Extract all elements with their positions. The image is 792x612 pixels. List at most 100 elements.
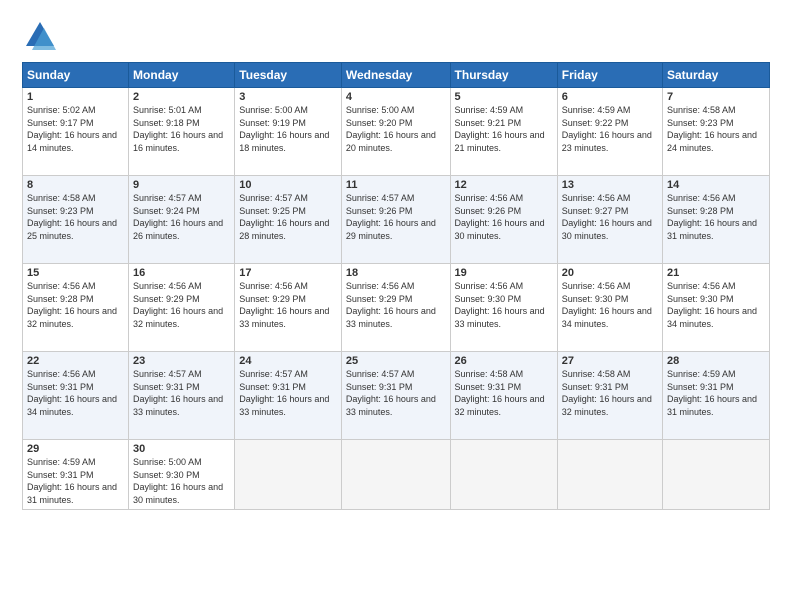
day-number: 13	[562, 179, 658, 191]
calendar-cell: 23 Sunrise: 4:57 AMSunset: 9:31 PMDaylig…	[129, 352, 235, 440]
calendar-cell: 21 Sunrise: 4:56 AMSunset: 9:30 PMDaylig…	[663, 264, 770, 352]
day-number: 8	[27, 179, 124, 191]
day-number: 4	[346, 91, 446, 103]
day-info: Sunrise: 4:57 AMSunset: 9:24 PMDaylight:…	[133, 193, 223, 241]
day-info: Sunrise: 4:57 AMSunset: 9:31 PMDaylight:…	[133, 369, 223, 417]
day-number: 11	[346, 179, 446, 191]
day-info: Sunrise: 4:56 AMSunset: 9:28 PMDaylight:…	[667, 193, 757, 241]
calendar-cell: 26 Sunrise: 4:58 AMSunset: 9:31 PMDaylig…	[450, 352, 557, 440]
calendar-cell: 16 Sunrise: 4:56 AMSunset: 9:29 PMDaylig…	[129, 264, 235, 352]
day-info: Sunrise: 4:59 AMSunset: 9:21 PMDaylight:…	[455, 105, 545, 153]
day-info: Sunrise: 5:02 AMSunset: 9:17 PMDaylight:…	[27, 105, 117, 153]
calendar-cell	[663, 440, 770, 510]
calendar-cell: 25 Sunrise: 4:57 AMSunset: 9:31 PMDaylig…	[341, 352, 450, 440]
day-number: 28	[667, 355, 765, 367]
day-info: Sunrise: 4:59 AMSunset: 9:31 PMDaylight:…	[27, 457, 117, 505]
calendar-cell: 14 Sunrise: 4:56 AMSunset: 9:28 PMDaylig…	[663, 176, 770, 264]
page: SundayMondayTuesdayWednesdayThursdayFrid…	[0, 0, 792, 612]
day-number: 1	[27, 91, 124, 103]
calendar-week-row: 8 Sunrise: 4:58 AMSunset: 9:23 PMDayligh…	[23, 176, 770, 264]
day-info: Sunrise: 4:58 AMSunset: 9:31 PMDaylight:…	[562, 369, 652, 417]
day-number: 16	[133, 267, 230, 279]
calendar-cell: 4 Sunrise: 5:00 AMSunset: 9:20 PMDayligh…	[341, 88, 450, 176]
calendar-cell: 10 Sunrise: 4:57 AMSunset: 9:25 PMDaylig…	[235, 176, 342, 264]
day-number: 18	[346, 267, 446, 279]
day-info: Sunrise: 5:00 AMSunset: 9:20 PMDaylight:…	[346, 105, 436, 153]
day-info: Sunrise: 4:56 AMSunset: 9:26 PMDaylight:…	[455, 193, 545, 241]
calendar-cell: 13 Sunrise: 4:56 AMSunset: 9:27 PMDaylig…	[557, 176, 662, 264]
calendar-cell: 11 Sunrise: 4:57 AMSunset: 9:26 PMDaylig…	[341, 176, 450, 264]
day-number: 27	[562, 355, 658, 367]
day-number: 21	[667, 267, 765, 279]
day-info: Sunrise: 4:57 AMSunset: 9:25 PMDaylight:…	[239, 193, 329, 241]
calendar-cell: 24 Sunrise: 4:57 AMSunset: 9:31 PMDaylig…	[235, 352, 342, 440]
day-number: 19	[455, 267, 553, 279]
calendar-cell: 28 Sunrise: 4:59 AMSunset: 9:31 PMDaylig…	[663, 352, 770, 440]
day-info: Sunrise: 4:56 AMSunset: 9:29 PMDaylight:…	[346, 281, 436, 329]
calendar-day-header: Sunday	[23, 63, 129, 88]
day-number: 12	[455, 179, 553, 191]
day-info: Sunrise: 4:57 AMSunset: 9:31 PMDaylight:…	[346, 369, 436, 417]
calendar-cell: 2 Sunrise: 5:01 AMSunset: 9:18 PMDayligh…	[129, 88, 235, 176]
day-info: Sunrise: 5:00 AMSunset: 9:30 PMDaylight:…	[133, 457, 223, 505]
calendar-cell: 27 Sunrise: 4:58 AMSunset: 9:31 PMDaylig…	[557, 352, 662, 440]
day-number: 23	[133, 355, 230, 367]
calendar-cell: 15 Sunrise: 4:56 AMSunset: 9:28 PMDaylig…	[23, 264, 129, 352]
calendar-cell: 19 Sunrise: 4:56 AMSunset: 9:30 PMDaylig…	[450, 264, 557, 352]
day-number: 10	[239, 179, 337, 191]
day-number: 9	[133, 179, 230, 191]
day-info: Sunrise: 4:58 AMSunset: 9:23 PMDaylight:…	[667, 105, 757, 153]
day-info: Sunrise: 5:01 AMSunset: 9:18 PMDaylight:…	[133, 105, 223, 153]
day-number: 25	[346, 355, 446, 367]
calendar-cell: 20 Sunrise: 4:56 AMSunset: 9:30 PMDaylig…	[557, 264, 662, 352]
day-number: 6	[562, 91, 658, 103]
calendar-week-row: 22 Sunrise: 4:56 AMSunset: 9:31 PMDaylig…	[23, 352, 770, 440]
calendar-cell: 9 Sunrise: 4:57 AMSunset: 9:24 PMDayligh…	[129, 176, 235, 264]
calendar-cell	[341, 440, 450, 510]
logo-icon	[22, 18, 58, 54]
day-info: Sunrise: 4:56 AMSunset: 9:27 PMDaylight:…	[562, 193, 652, 241]
calendar-day-header: Friday	[557, 63, 662, 88]
calendar-cell: 7 Sunrise: 4:58 AMSunset: 9:23 PMDayligh…	[663, 88, 770, 176]
calendar-cell: 1 Sunrise: 5:02 AMSunset: 9:17 PMDayligh…	[23, 88, 129, 176]
calendar: SundayMondayTuesdayWednesdayThursdayFrid…	[22, 62, 770, 510]
day-info: Sunrise: 4:56 AMSunset: 9:29 PMDaylight:…	[239, 281, 329, 329]
day-number: 30	[133, 443, 230, 455]
day-number: 22	[27, 355, 124, 367]
calendar-cell: 18 Sunrise: 4:56 AMSunset: 9:29 PMDaylig…	[341, 264, 450, 352]
day-number: 17	[239, 267, 337, 279]
day-number: 29	[27, 443, 124, 455]
calendar-week-row: 15 Sunrise: 4:56 AMSunset: 9:28 PMDaylig…	[23, 264, 770, 352]
calendar-cell	[557, 440, 662, 510]
calendar-cell: 30 Sunrise: 5:00 AMSunset: 9:30 PMDaylig…	[129, 440, 235, 510]
day-number: 3	[239, 91, 337, 103]
day-info: Sunrise: 4:56 AMSunset: 9:30 PMDaylight:…	[667, 281, 757, 329]
day-info: Sunrise: 4:56 AMSunset: 9:30 PMDaylight:…	[455, 281, 545, 329]
day-info: Sunrise: 5:00 AMSunset: 9:19 PMDaylight:…	[239, 105, 329, 153]
logo	[22, 18, 62, 54]
calendar-cell: 6 Sunrise: 4:59 AMSunset: 9:22 PMDayligh…	[557, 88, 662, 176]
calendar-cell: 12 Sunrise: 4:56 AMSunset: 9:26 PMDaylig…	[450, 176, 557, 264]
day-info: Sunrise: 4:58 AMSunset: 9:31 PMDaylight:…	[455, 369, 545, 417]
calendar-cell: 22 Sunrise: 4:56 AMSunset: 9:31 PMDaylig…	[23, 352, 129, 440]
calendar-week-row: 29 Sunrise: 4:59 AMSunset: 9:31 PMDaylig…	[23, 440, 770, 510]
day-info: Sunrise: 4:56 AMSunset: 9:29 PMDaylight:…	[133, 281, 223, 329]
day-number: 20	[562, 267, 658, 279]
day-number: 5	[455, 91, 553, 103]
day-info: Sunrise: 4:57 AMSunset: 9:26 PMDaylight:…	[346, 193, 436, 241]
day-number: 26	[455, 355, 553, 367]
calendar-week-row: 1 Sunrise: 5:02 AMSunset: 9:17 PMDayligh…	[23, 88, 770, 176]
day-number: 7	[667, 91, 765, 103]
calendar-header-row: SundayMondayTuesdayWednesdayThursdayFrid…	[23, 63, 770, 88]
calendar-cell: 3 Sunrise: 5:00 AMSunset: 9:19 PMDayligh…	[235, 88, 342, 176]
day-info: Sunrise: 4:58 AMSunset: 9:23 PMDaylight:…	[27, 193, 117, 241]
day-info: Sunrise: 4:56 AMSunset: 9:30 PMDaylight:…	[562, 281, 652, 329]
calendar-cell: 5 Sunrise: 4:59 AMSunset: 9:21 PMDayligh…	[450, 88, 557, 176]
calendar-cell	[450, 440, 557, 510]
day-info: Sunrise: 4:56 AMSunset: 9:28 PMDaylight:…	[27, 281, 117, 329]
day-info: Sunrise: 4:59 AMSunset: 9:22 PMDaylight:…	[562, 105, 652, 153]
calendar-day-header: Monday	[129, 63, 235, 88]
header	[22, 18, 770, 54]
calendar-day-header: Wednesday	[341, 63, 450, 88]
calendar-cell: 29 Sunrise: 4:59 AMSunset: 9:31 PMDaylig…	[23, 440, 129, 510]
